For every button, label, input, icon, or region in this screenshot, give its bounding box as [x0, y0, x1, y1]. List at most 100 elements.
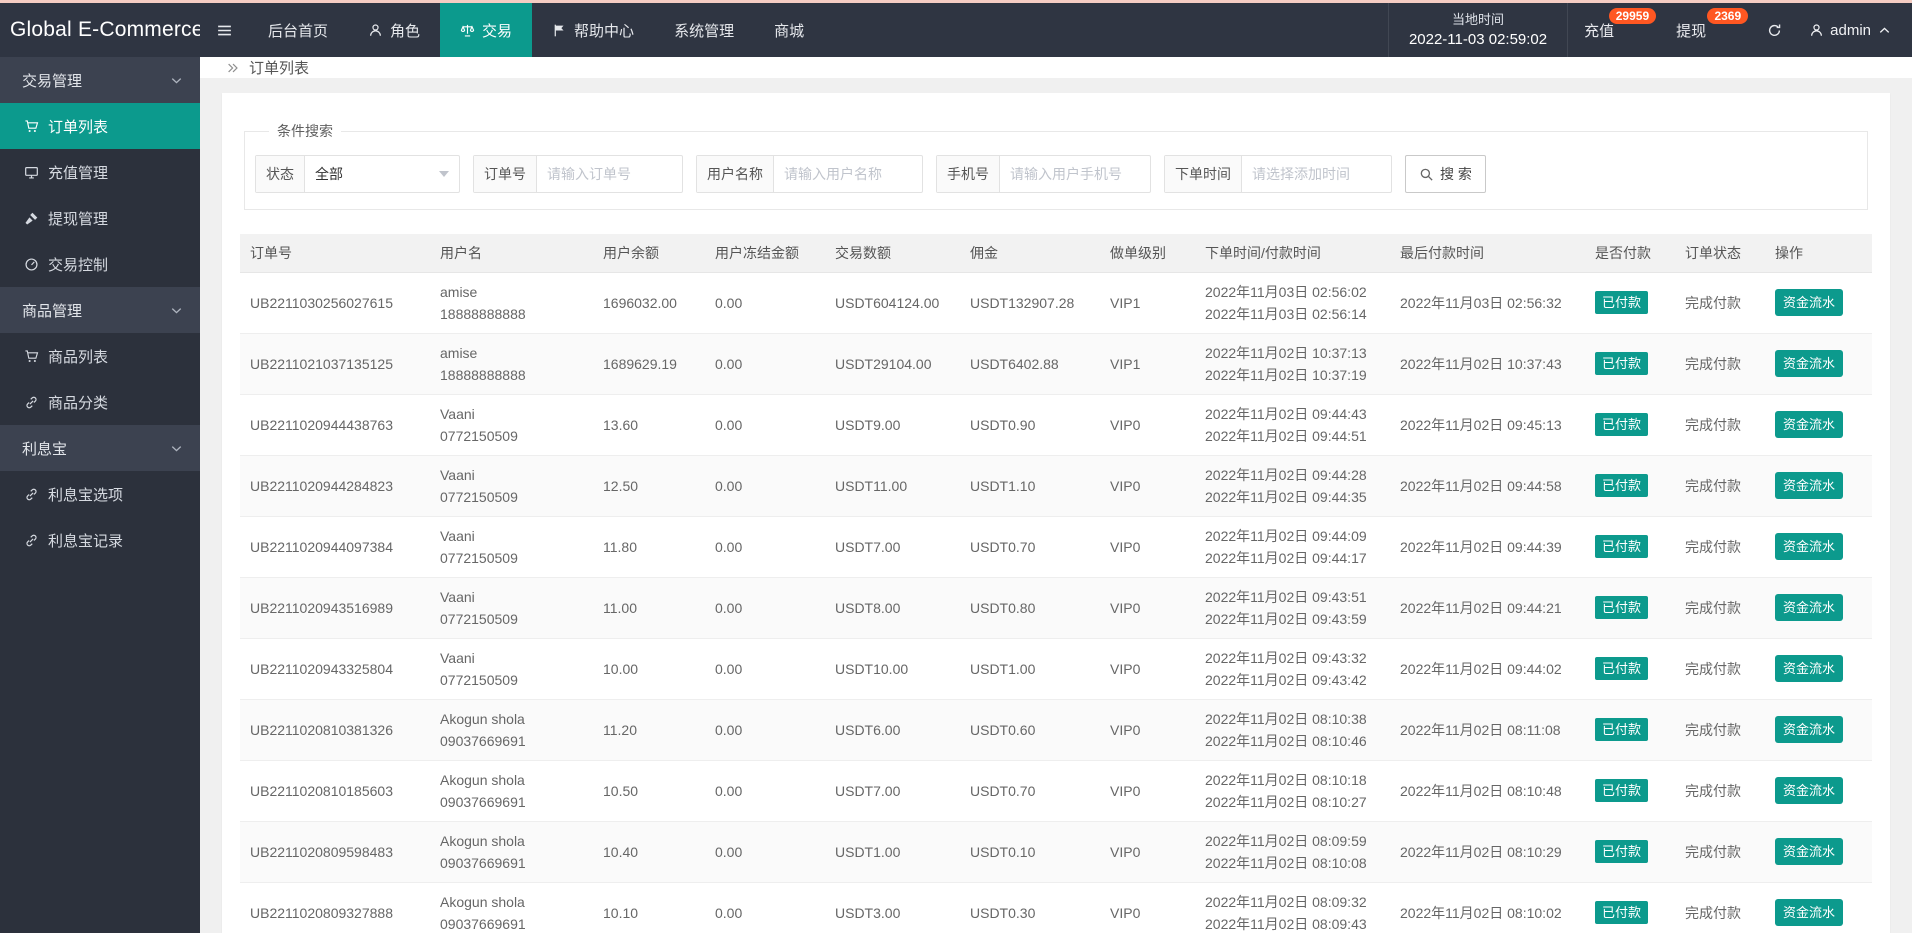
gauge-icon: [24, 257, 39, 272]
nav-item-system[interactable]: 系统管理: [654, 3, 754, 57]
fund-flow-button[interactable]: 资金流水: [1775, 838, 1844, 865]
order-no-cell: UB2211020810381326: [240, 699, 430, 761]
trade-amount: USDT11.00: [835, 477, 908, 494]
level-cell: VIP0: [1100, 699, 1195, 761]
pay-time: 2022年11月02日 09:44:51: [1205, 427, 1367, 444]
fund-flow-button[interactable]: 资金流水: [1775, 411, 1844, 438]
sidebar: 交易管理 订单列表 充值管理 提现管理 交易控制 商品管理 商品列表 商品分类 利息宝 利息宝选项…: [0, 57, 200, 933]
nav-item-home[interactable]: 后台首页: [248, 3, 348, 57]
commission-cell: USDT0.90: [960, 394, 1100, 456]
frozen-amount: 0.00: [715, 721, 743, 738]
sidebar-toggle-button[interactable]: [200, 3, 248, 57]
fund-flow-button[interactable]: 资金流水: [1775, 594, 1844, 621]
vip-level: VIP0: [1110, 416, 1141, 433]
fund-flow-button[interactable]: 资金流水: [1775, 716, 1844, 743]
fund-flow-button[interactable]: 资金流水: [1775, 350, 1844, 377]
status-cell: 完成付款: [1675, 821, 1765, 883]
sidebar-group-lixibao[interactable]: 利息宝: [0, 425, 200, 471]
refresh-button[interactable]: [1752, 3, 1797, 57]
column-header: 佣金: [960, 234, 1100, 273]
balance-cell: 12.50: [593, 455, 705, 517]
nav-item-help-label: 帮助中心: [574, 22, 635, 40]
user-icon: [368, 23, 383, 38]
user-phone: 0772150509: [440, 427, 518, 444]
column-header: 交易数额: [825, 234, 960, 273]
local-time-label: 当地时间: [1452, 12, 1505, 27]
trade-amount: USDT9.00: [835, 416, 901, 433]
nav-item-trade-label: 交易: [482, 22, 513, 40]
fund-flow-button[interactable]: 资金流水: [1775, 533, 1844, 560]
order-time-input[interactable]: [1242, 156, 1391, 192]
paid-status-badge: 已付款: [1595, 352, 1649, 375]
order-pay-time-cell: 2022年11月03日 02:56:02 2022年11月03日 02:56:14: [1195, 272, 1390, 334]
local-time-block: 当地时间 2022-11-03 02:59:02: [1387, 3, 1569, 57]
nav-item-mall[interactable]: 商城: [754, 3, 824, 57]
sidebar-item-lixibao-records[interactable]: 利息宝记录: [0, 517, 200, 563]
table-header-row: 订单号 用户名 用户余额 用户冻结金额 交易数额 佣金 做单级别 下单时间/付款时间 最后付款时…: [240, 234, 1872, 273]
sidebar-item-goods-category[interactable]: 商品分类: [0, 379, 200, 425]
search-button[interactable]: 搜 索: [1405, 155, 1486, 193]
scale-icon: [460, 23, 475, 38]
user-phone: 09037669691: [440, 854, 526, 871]
nav-item-help[interactable]: 帮助中心: [532, 3, 654, 57]
pay-time: 2022年11月02日 08:10:46: [1205, 732, 1367, 749]
sidebar-item-trade-control[interactable]: 交易控制: [0, 241, 200, 287]
paid-status-badge: 已付款: [1595, 779, 1649, 802]
sidebar-group-goods-mgmt[interactable]: 商品管理: [0, 287, 200, 333]
order-pay-time-cell: 2022年11月02日 08:10:18 2022年11月02日 08:10:27: [1195, 760, 1390, 822]
order-no-filter: 订单号: [473, 155, 683, 193]
status-select[interactable]: 全部: [305, 156, 459, 192]
sidebar-item-lixibao-options[interactable]: 利息宝选项: [0, 471, 200, 517]
paid-status-badge: 已付款: [1595, 291, 1649, 314]
sidebar-item-recharge-mgmt[interactable]: 充值管理: [0, 149, 200, 195]
balance-cell: 10.50: [593, 760, 705, 822]
last-pay-time: 2022年11月03日 02:56:32: [1400, 294, 1562, 311]
display-icon: [24, 165, 39, 180]
order-no-input[interactable]: [537, 156, 682, 192]
phone-filter: 手机号: [936, 155, 1151, 193]
table-row: UB2211020809598483 Akogun shola 0903766969…: [240, 821, 1872, 883]
user-menu[interactable]: admin: [1797, 3, 1912, 57]
withdraw-button[interactable]: 提现 2369: [1660, 3, 1752, 57]
fund-flow-button[interactable]: 资金流水: [1775, 472, 1844, 499]
recharge-button[interactable]: 充值 29959: [1568, 3, 1660, 57]
frozen-cell: 0.00: [705, 638, 825, 700]
sidebar-item-order-list[interactable]: 订单列表: [0, 103, 200, 149]
paid-cell: 已付款: [1585, 333, 1675, 395]
paid-cell: 已付款: [1585, 394, 1675, 456]
fund-flow-button[interactable]: 资金流水: [1775, 899, 1844, 926]
user-balance: 10.10: [603, 904, 639, 921]
last-pay-time: 2022年11月02日 09:44:39: [1400, 538, 1562, 555]
sidebar-item-withdraw-mgmt[interactable]: 提现管理: [0, 195, 200, 241]
last-pay-time: 2022年11月02日 09:44:21: [1400, 599, 1562, 616]
recharge-badge: 29959: [1608, 8, 1657, 24]
status-filter: 状态 全部: [255, 155, 460, 193]
user-name: Akogun shola: [440, 832, 525, 849]
fund-flow-button[interactable]: 资金流水: [1775, 289, 1844, 316]
user-balance: 13.60: [603, 416, 639, 433]
nav-item-role[interactable]: 角色: [348, 3, 440, 57]
last-pay-time: 2022年11月02日 08:11:08: [1400, 721, 1561, 738]
fund-flow-button[interactable]: 资金流水: [1775, 655, 1844, 682]
order-no-cell: UB2211020944284823: [240, 455, 430, 517]
sidebar-group-trade-mgmt[interactable]: 交易管理: [0, 57, 200, 103]
phone-input[interactable]: [1000, 156, 1150, 192]
last-pay-time: 2022年11月02日 09:44:02: [1400, 660, 1562, 677]
order-pay-time-cell: 2022年11月02日 08:09:32 2022年11月02日 08:09:43: [1195, 882, 1390, 933]
main-area: 订单列表 条件搜索 状态 全部 订单号 请输入订单号 用户名称 请输入用户名称 …: [200, 57, 1912, 933]
fund-flow-button[interactable]: 资金流水: [1775, 777, 1844, 804]
nav-item-trade[interactable]: 交易: [440, 3, 533, 57]
status-cell: 完成付款: [1675, 272, 1765, 334]
trade-amount: USDT7.00: [835, 782, 901, 799]
user-name: Vaani: [440, 588, 475, 605]
amount-cell: USDT3.00: [825, 882, 960, 933]
balance-cell: 10.00: [593, 638, 705, 700]
sidebar-item-goods-list[interactable]: 商品列表: [0, 333, 200, 379]
amount-cell: USDT9.00: [825, 394, 960, 456]
user-phone: 09037669691: [440, 793, 526, 810]
trade-amount: USDT8.00: [835, 599, 901, 616]
table-row: UB2211020810185603 Akogun shola 0903766969…: [240, 760, 1872, 822]
username-input[interactable]: [774, 156, 922, 192]
paid-cell: 已付款: [1585, 516, 1675, 578]
paid-cell: 已付款: [1585, 760, 1675, 822]
